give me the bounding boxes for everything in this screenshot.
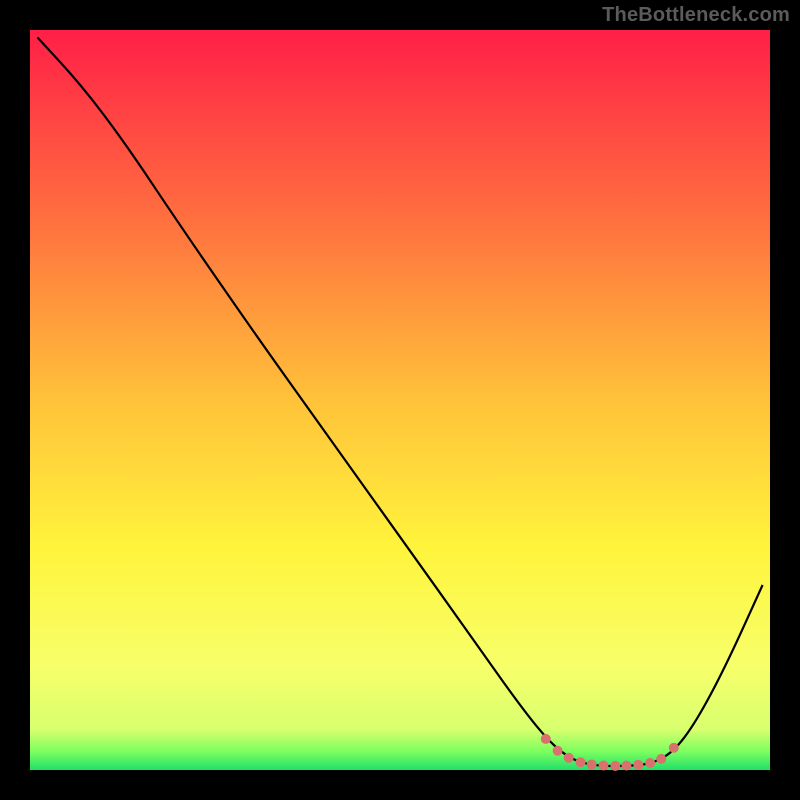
curve-marker (553, 746, 563, 756)
curve-marker (645, 758, 655, 768)
curve-marker (656, 754, 666, 764)
curve-marker (541, 734, 551, 744)
chart-container: { "watermark": "TheBottleneck.com", "cha… (0, 0, 800, 800)
curve-marker (576, 757, 586, 767)
curve-marker (669, 743, 679, 753)
curve-marker (599, 761, 609, 771)
curve-marker (587, 759, 597, 769)
curve-marker (610, 761, 620, 771)
watermark-text: TheBottleneck.com (602, 4, 790, 27)
curve-marker (621, 761, 631, 771)
curve-marker (633, 760, 643, 770)
curve-marker (564, 753, 574, 763)
bottleneck-chart (0, 0, 800, 800)
plot-background (30, 30, 770, 770)
